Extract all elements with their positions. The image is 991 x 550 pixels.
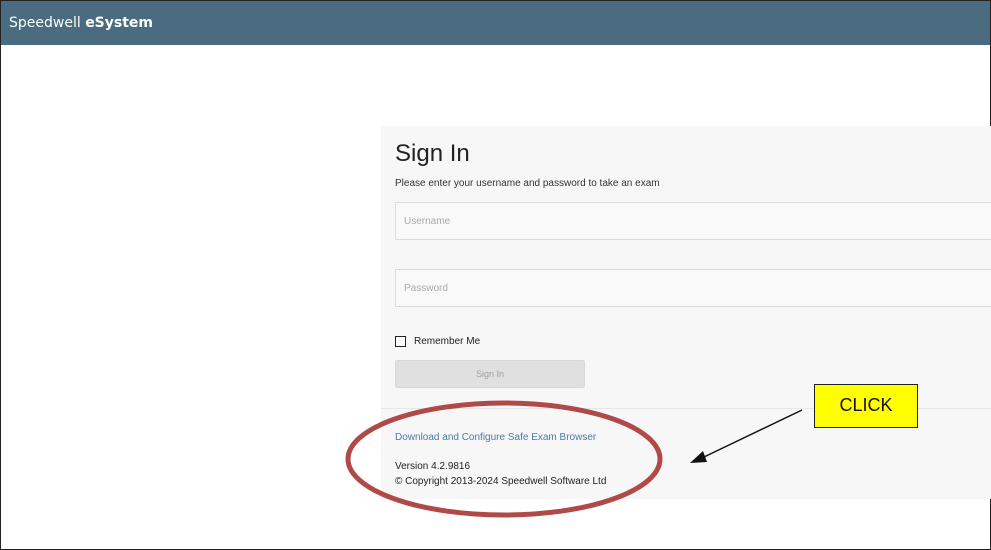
sign-in-card: Sign In Please enter your username and p… [381,126,991,499]
version-text: Version 4.2.9816 [395,461,471,472]
sign-in-instructions: Please enter your username and password … [395,178,660,189]
remember-me-checkbox[interactable] [395,336,406,347]
click-callout: CLICK [814,384,918,428]
remember-me-option[interactable]: Remember Me [395,336,480,347]
password-input[interactable] [395,269,991,307]
sign-in-button[interactable]: Sign In [395,360,585,388]
username-input[interactable] [395,202,991,240]
sign-in-title: Sign In [395,140,470,167]
remember-me-label: Remember Me [414,336,481,347]
brand-name-bold: eSystem [85,15,153,31]
download-safe-exam-browser-link[interactable]: Download and Configure Safe Exam Browser [395,432,596,443]
app-header: Speedwell eSystem [1,1,990,45]
copyright-text: © Copyright 2013-2024 Speedwell Software… [395,476,607,487]
brand-name: Speedwell [9,15,86,31]
